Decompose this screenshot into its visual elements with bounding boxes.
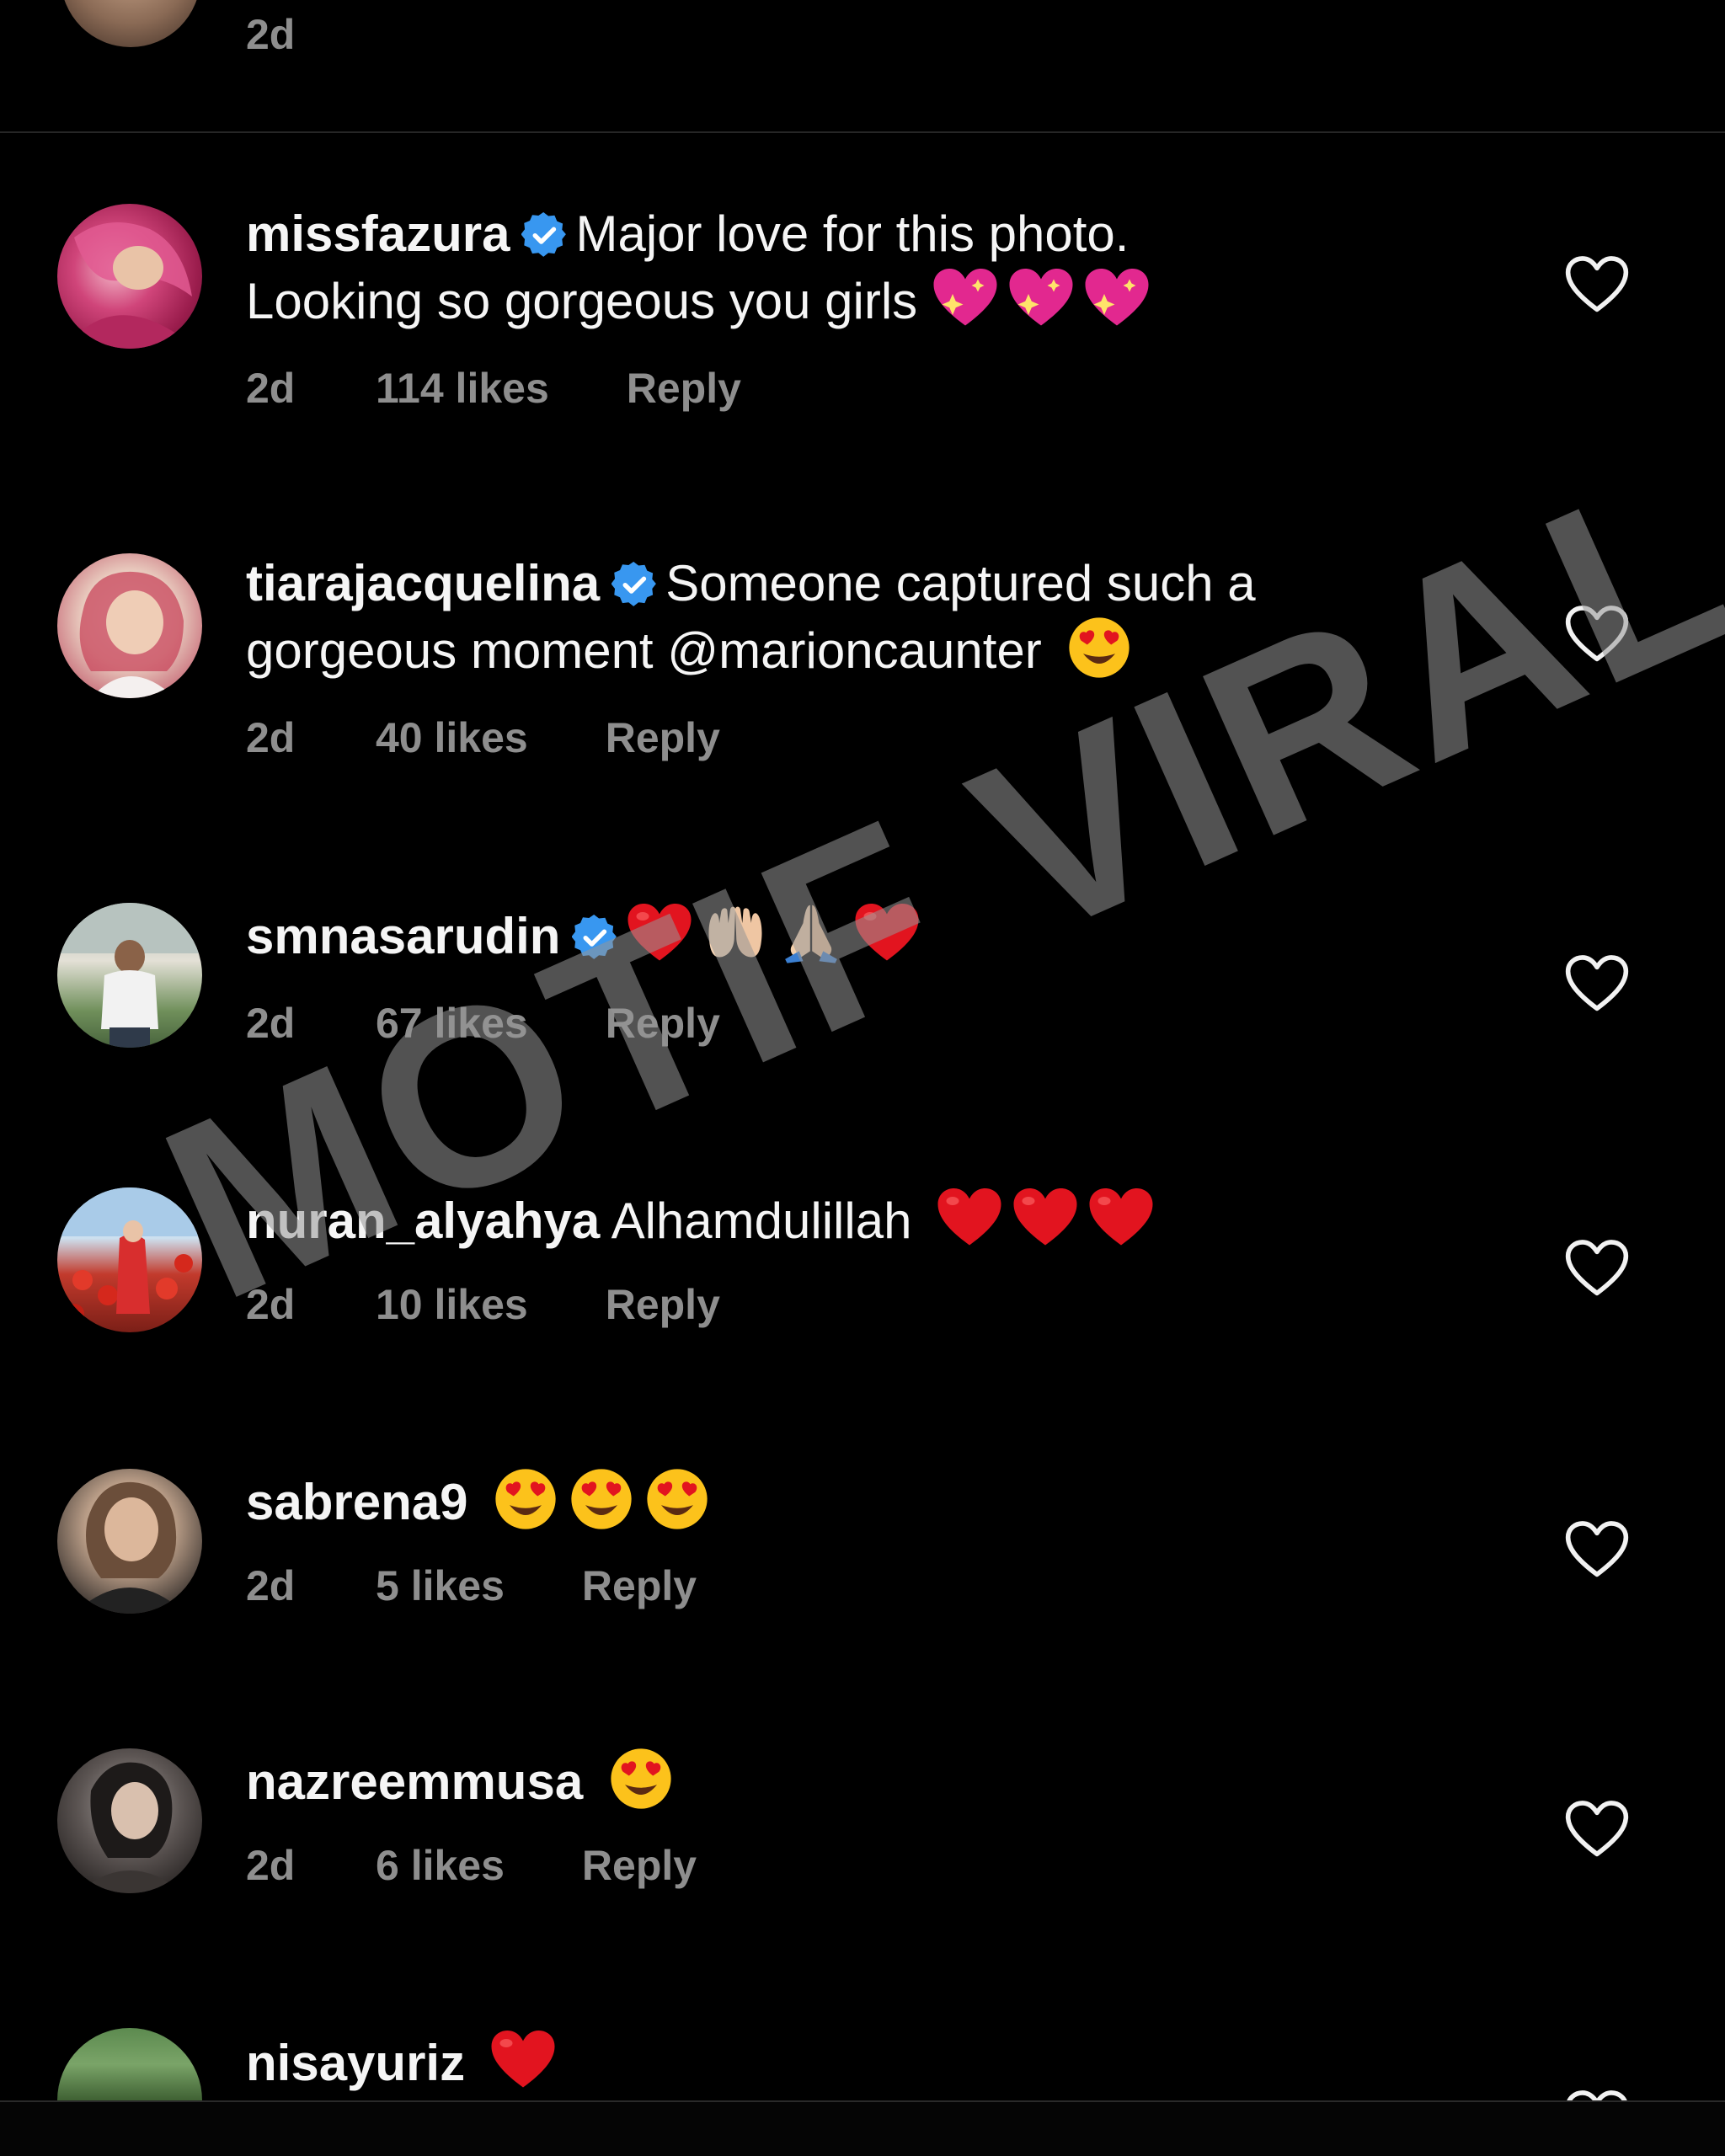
- comment-time: 2d: [246, 714, 296, 761]
- partial-comment-top: 2d: [0, 0, 1725, 133]
- comment-body: tiarajacquelina Someone captured such a g…: [246, 552, 1442, 683]
- comment-text: gorgeous moment @marioncaunter: [246, 622, 1042, 679]
- reply-button[interactable]: Reply: [627, 364, 741, 413]
- like-heart-icon[interactable]: [1563, 2089, 1631, 2100]
- like-heart-icon[interactable]: [1563, 1238, 1631, 1299]
- comment-username[interactable]: nisayuriz: [246, 2035, 465, 2091]
- comment-line-1: nisayuriz: [246, 2028, 1442, 2095]
- comment-body: missfazura Major love for this photo. Loo…: [246, 202, 1442, 334]
- folded-hands-icon: [777, 901, 845, 965]
- comment-text: Alhamdulillah: [611, 1193, 912, 1249]
- avatar-photo-icon: [79, 571, 184, 698]
- like-heart-icon[interactable]: [1563, 1519, 1631, 1580]
- comment-body: nisayuriz: [246, 2028, 1442, 2095]
- verified-badge-icon: [572, 915, 617, 960]
- comment-line-2: Looking so gorgeous you girls: [246, 266, 1442, 334]
- comment-username[interactable]: sabrena9: [246, 1474, 468, 1530]
- heart-eyes-icon: [492, 1467, 559, 1531]
- red-heart-icon: [853, 901, 921, 965]
- verified-badge-icon: [611, 562, 657, 607]
- comment-body: nuran_alyahya Alhamdulillah: [246, 1186, 1442, 1253]
- sparkling-heart-icon: [932, 266, 999, 330]
- reply-button[interactable]: Reply: [582, 1841, 697, 1890]
- comment-username[interactable]: nuran_alyahya: [246, 1193, 600, 1249]
- comment-line-1: nazreemmusa: [246, 1747, 1442, 1814]
- comment-line-1: tiarajacquelina Someone captured such a: [246, 552, 1442, 616]
- comment-username[interactable]: smnasarudin: [246, 908, 560, 964]
- comments-screen: 2d missfazura Major love for this photo. …: [0, 0, 1725, 2156]
- avatar[interactable]: [57, 1187, 202, 1332]
- bottom-bar: [0, 2102, 1725, 2156]
- comment-time: 2d: [246, 1842, 296, 1889]
- like-heart-icon[interactable]: [1563, 254, 1631, 315]
- sparkling-heart-icon: [1007, 266, 1075, 330]
- comment-meta: 2d 5 likes Reply: [246, 1561, 697, 1610]
- comment-likes[interactable]: 40 likes: [376, 713, 528, 762]
- comment-likes[interactable]: 10 likes: [376, 1280, 528, 1329]
- comment-body: sabrena9: [246, 1467, 1442, 1534]
- comment-line-2: gorgeous moment @marioncaunter: [246, 616, 1442, 683]
- comment-line-1: sabrena9: [246, 1467, 1442, 1534]
- like-heart-icon[interactable]: [1563, 1799, 1631, 1860]
- avatar[interactable]: [61, 0, 200, 47]
- comment-time: 2d: [246, 1281, 296, 1328]
- avatar-photo-icon: [74, 1481, 185, 1614]
- comment-likes[interactable]: 5 likes: [376, 1561, 505, 1610]
- comment-text: Major love for this photo.: [575, 205, 1130, 262]
- avatar[interactable]: [57, 553, 202, 698]
- reply-button[interactable]: Reply: [606, 999, 720, 1048]
- comment-meta: 2d 6 likes Reply: [246, 1841, 697, 1890]
- red-heart-icon: [489, 2028, 557, 2092]
- red-heart-icon: [1012, 1186, 1079, 1250]
- avatar[interactable]: [57, 2028, 202, 2100]
- reply-button[interactable]: Reply: [582, 1561, 697, 1610]
- avatar[interactable]: [57, 1748, 202, 1893]
- comment-body: nazreemmusa: [246, 1747, 1442, 1814]
- avatar[interactable]: [57, 204, 202, 349]
- comment-body: smnasarudin: [246, 901, 1442, 969]
- red-heart-icon: [626, 901, 693, 965]
- avatar[interactable]: [57, 903, 202, 1048]
- avatar-photo-icon: [77, 1762, 184, 1893]
- like-heart-clip: [1563, 2089, 1631, 2100]
- comment-likes[interactable]: 114 likes: [376, 364, 549, 413]
- comment-username[interactable]: missfazura: [246, 205, 510, 262]
- palms-up-icon: [702, 901, 769, 965]
- comment-likes[interactable]: 67 likes: [376, 999, 528, 1048]
- comment-line-1: missfazura Major love for this photo.: [246, 202, 1442, 266]
- red-heart-icon: [1087, 1186, 1155, 1250]
- comment-time: 2d: [246, 365, 296, 412]
- comment-meta: 2d 10 likes Reply: [246, 1280, 720, 1329]
- comment-line-1: smnasarudin: [246, 901, 1442, 969]
- reply-button[interactable]: Reply: [606, 713, 720, 762]
- comment-meta: 2d 114 likes Reply: [246, 364, 741, 413]
- avatar-photo-icon: [57, 222, 202, 349]
- comment-line-1: nuran_alyahya Alhamdulillah: [246, 1186, 1442, 1253]
- comment-username[interactable]: tiarajacquelina: [246, 555, 600, 611]
- like-heart-icon[interactable]: [1563, 604, 1631, 664]
- comment-time: 2d: [246, 1000, 296, 1047]
- verified-badge-icon: [521, 212, 567, 258]
- red-heart-icon: [936, 1186, 1003, 1250]
- comment-text: Looking so gorgeous you girls: [246, 273, 918, 329]
- comment-time: 2d: [246, 1562, 296, 1609]
- comment-time: 2d: [246, 11, 296, 58]
- like-heart-icon[interactable]: [1563, 953, 1631, 1014]
- comment-meta: 2d 67 likes Reply: [246, 999, 720, 1048]
- heart-eyes-icon: [644, 1467, 711, 1531]
- avatar-photo-icon: [57, 903, 202, 1048]
- comment-likes[interactable]: 6 likes: [376, 1841, 505, 1890]
- comment-username[interactable]: nazreemmusa: [246, 1753, 583, 1810]
- sparkling-heart-icon: [1083, 266, 1151, 330]
- comment-text: Someone captured such a: [665, 555, 1256, 611]
- comment-meta: 2d 40 likes Reply: [246, 713, 720, 762]
- heart-eyes-icon: [607, 1747, 675, 1811]
- heart-eyes-icon: [568, 1467, 635, 1531]
- divider: [0, 131, 1725, 133]
- reply-button[interactable]: Reply: [606, 1280, 720, 1329]
- avatar[interactable]: [57, 1469, 202, 1614]
- avatar-photo-icon: [57, 1187, 202, 1324]
- heart-eyes-icon: [1065, 616, 1133, 680]
